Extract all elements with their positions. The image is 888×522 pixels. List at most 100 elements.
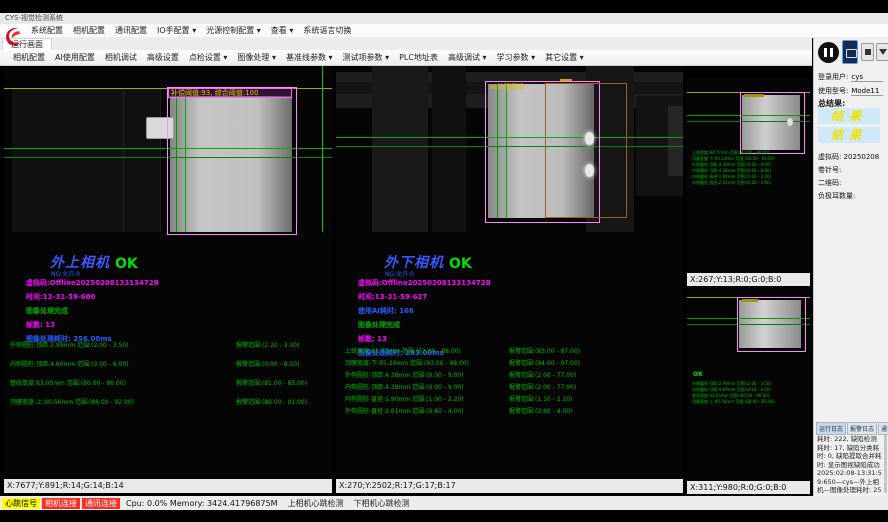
result-block: 结果 [818, 127, 880, 143]
log-tab[interactable]: 运行日志 [816, 422, 846, 435]
measurement-value: 顶膜宽度-下:95.24mm 范围:(93.00 - 98.00) [345, 358, 469, 367]
sidebar-field-label: 二维码: [818, 179, 841, 187]
measurement-row: 外侧圆柱-顶距:2.99mm 范围:(2.00 - 3.50)报警范围:(2.2… [10, 340, 330, 359]
result-info-line: 图像处理完成 [358, 320, 491, 330]
alarm-range: 报警范围:(81.00 - 85.00) [236, 378, 307, 387]
toolbar-item[interactable]: 高级设置 [142, 52, 184, 63]
bright-spot [787, 118, 793, 126]
login-user-field[interactable]: cys [851, 73, 883, 82]
measurement-list: 上线宽度:83.77mm 范围:(82.00 - 88.00)报警范围:(83.… [345, 346, 680, 418]
measurement-row: 基线宽度:83.05mm 范围:(80.00 - 86.00) 报警范围:(81.… [10, 378, 330, 397]
result-status: OK [115, 256, 138, 272]
measurement-value: 外侧圆柱-顶距:2.99mm 范围:(2.00 - 3.50) [10, 340, 129, 349]
pixel-coords-left: X:7677;Y:891;R:14;G:14;B:14 [4, 479, 332, 493]
machine-right-highlight [668, 106, 683, 176]
sidebar-field: 虚拟码: 20250208 [818, 152, 879, 162]
window-title: CYS-视觉检测系统 [0, 13, 888, 24]
menu-item[interactable]: 系统语言切换 [298, 25, 356, 36]
toolbar-item[interactable]: 高级调试 ▾ [443, 52, 492, 63]
menu-item[interactable]: 通讯配置 [110, 25, 152, 36]
status-badge: 相机连接 [42, 498, 80, 509]
measurement-row: 外侧圆柱-直径:2.61mm 范围:(0.60 - 4.00)报警范围:(0.6… [345, 406, 680, 418]
measurement-row: 顶膜宽度-下:95.24mm 范围:(93.00 - 98.00) 报警范围:(9… [345, 358, 680, 370]
measurement-value: 内侧圆柱-直径:1.90mm 范围:(1.00 - 2.20) [345, 394, 464, 403]
toolbar-item[interactable]: 其它设置 ▾ [540, 52, 589, 63]
menu-item[interactable]: 系统配置 [26, 25, 68, 36]
status-badge: 心跳信号 [2, 498, 40, 509]
mini-text-line: 外侧圆柱-直径:2.61mm 范围:(0.60 - 4.00) [692, 180, 806, 186]
toolbar-item[interactable]: 测试项参数 ▾ [338, 52, 395, 63]
toolbar-item[interactable]: 点检设置 ▾ [184, 52, 233, 63]
app-logo-icon [4, 26, 21, 47]
sidebar-field: 二维码: [818, 178, 841, 188]
log-tab[interactable]: 通讯日志 [878, 422, 888, 435]
down-arrow-icon [879, 49, 887, 55]
measurement-row: 上线宽度:83.77mm 范围:(82.00 - 88.00)报警范围:(83.… [345, 346, 680, 358]
camera-icon [846, 49, 857, 58]
measurement-row: 内侧圆柱-直径:1.90mm 范围:(1.00 - 2.20) 报警范围:(1.1… [345, 394, 680, 406]
right-panel: 登录用户:cys 使用型号:Mode11 总结果: 结果结果 虚拟码: 2025… [813, 38, 888, 496]
sidebar-field: 卷针号: [818, 165, 841, 175]
menu-item[interactable]: 相机配置 [68, 25, 110, 36]
measurement-list: 外侧圆柱-顶距:2.99mm 范围:(2.00 - 3.50)报警范围:(2.2… [10, 340, 330, 416]
download-button[interactable] [876, 43, 888, 61]
app-window: CYS-视觉检测系统 系统配置相机配置通讯配置IO手配置 ▾光源控制配置 ▾查看… [0, 0, 888, 522]
roi-rect-pink [167, 87, 297, 235]
capture-icon [865, 49, 871, 55]
alarm-range: 报警范围:(0.60 - 4.00) [509, 406, 572, 415]
alarm-range: 报警范围:(94.00 - 97.00) [509, 358, 580, 367]
log-scrollbar[interactable] [884, 435, 887, 493]
camera-thumb-top[interactable]: 上线宽度:83.77mm 范围:(82.00 - 88.00)顶膜宽度-下:95… [687, 78, 810, 272]
pause-button[interactable] [818, 42, 839, 63]
heartbeat-link-list: 上相机心跳检测下相机心跳检测 [278, 498, 410, 509]
log-tab[interactable]: 报警日志 [847, 422, 877, 435]
tab-row: 运行画面 [0, 38, 812, 50]
pixel-coords-middle: X:270;Y:2502;R:17;G:17;B:17 [336, 479, 683, 493]
toolbar-item[interactable]: PLC地址表 [394, 52, 443, 63]
result-info-line: 虚拟码:Offline2025020813313472B [26, 278, 159, 288]
capture-button[interactable] [861, 43, 874, 61]
login-user-row: 登录用户:cys [818, 72, 883, 82]
camera-button[interactable] [842, 40, 858, 64]
result-info-line: 时间:13-31-59-627 [358, 292, 491, 302]
result-subtext: NG:允许:0 [51, 269, 80, 278]
toolbar-item[interactable]: 学习参数 ▾ [492, 52, 541, 63]
sidebar-field-label: 负极耳数量: [818, 192, 855, 200]
machine-post [372, 66, 428, 232]
alarm-range: 报警范围:(0.00 - 8.00) [236, 359, 299, 368]
camera-view-middle[interactable]: AI处理图像 外下相机 OK NG:允许:0 虚拟码:Offline202502… [336, 66, 683, 478]
sidebar-field-label: 虚拟码: [818, 153, 841, 161]
machine-post [432, 66, 466, 232]
result-info-line: 帧数: 13 [358, 334, 491, 344]
toolbar-item[interactable]: 基准线参数 ▾ [281, 52, 338, 63]
toolbar-item[interactable]: 相机配置 [8, 52, 50, 63]
toolbar-item[interactable]: 相机调试 [100, 52, 142, 63]
pixel-coords-thumb-bottom: X:311;Y:980;R:0;G:0;B:0 [687, 481, 810, 494]
menu-item[interactable]: IO手配置 ▾ [152, 25, 201, 36]
measurement-value: 内侧圆柱-顶距:4.38mm 范围:(0.00 - 9.00) [345, 382, 464, 391]
measurement-row: 内侧圆柱-顶距:4.60mm 范围:(3.00 - 6.00)报警范围:(0.0… [10, 359, 330, 378]
result-info-line: 时间:13-31-59-600 [26, 292, 159, 302]
heartbeat-check-link[interactable]: 上相机心跳检测 [288, 498, 344, 509]
camera-thumb-bottom[interactable]: OK 外侧圆柱-顶距:2.99mm 范围:(2.00 - 3.50)内侧圆柱-顶… [687, 287, 810, 480]
result-status: OK [449, 256, 472, 272]
toolbar-item[interactable]: AI使用配置 [50, 52, 100, 63]
mini-text-line: 顶膜宽度-上:90.56mm 范围:(88.00 - 92.00) [692, 399, 806, 405]
measurement-row: 顶膜宽度-上:90.56mm 范围:(88.00 - 92.00)报警范围:(8… [10, 397, 330, 416]
menu-item[interactable]: 光源控制配置 ▾ [201, 25, 266, 36]
toolbar-item[interactable]: 图像处理 ▾ [232, 52, 281, 63]
model-field[interactable]: Mode11 [851, 87, 883, 96]
mini-result-text: 上线宽度:83.77mm 范围:(82.00 - 88.00)顶膜宽度-下:95… [692, 150, 806, 210]
marker-yellow [744, 94, 764, 97]
alarm-range: 报警范围:(1.10 - 2.10) [509, 394, 572, 403]
result-info-line: 帧数: 13 [26, 320, 159, 330]
camera-view-left[interactable]: 补偿阈值:93, 综合阈值:100 外上相机 OK NG:允许:0 虚拟码:Of… [4, 66, 332, 478]
measurement-value: 基线宽度:83.05mm 范围:(80.00 - 86.00) [10, 378, 126, 387]
alarm-range: 报警范围:(2.00 - 77.00) [509, 370, 576, 379]
menu-item[interactable]: 查看 ▾ [266, 25, 299, 36]
status-badge: 通讯连接 [82, 498, 120, 509]
heartbeat-check-link[interactable]: 下相机心跳检测 [354, 498, 410, 509]
result-info-line: 图像处理完成 [26, 306, 159, 316]
cpu-memory-text: Cpu: 0.0% Memory: 3424.41796875M [126, 499, 278, 508]
sidebar-field-value[interactable]: 20250208 [841, 153, 879, 161]
